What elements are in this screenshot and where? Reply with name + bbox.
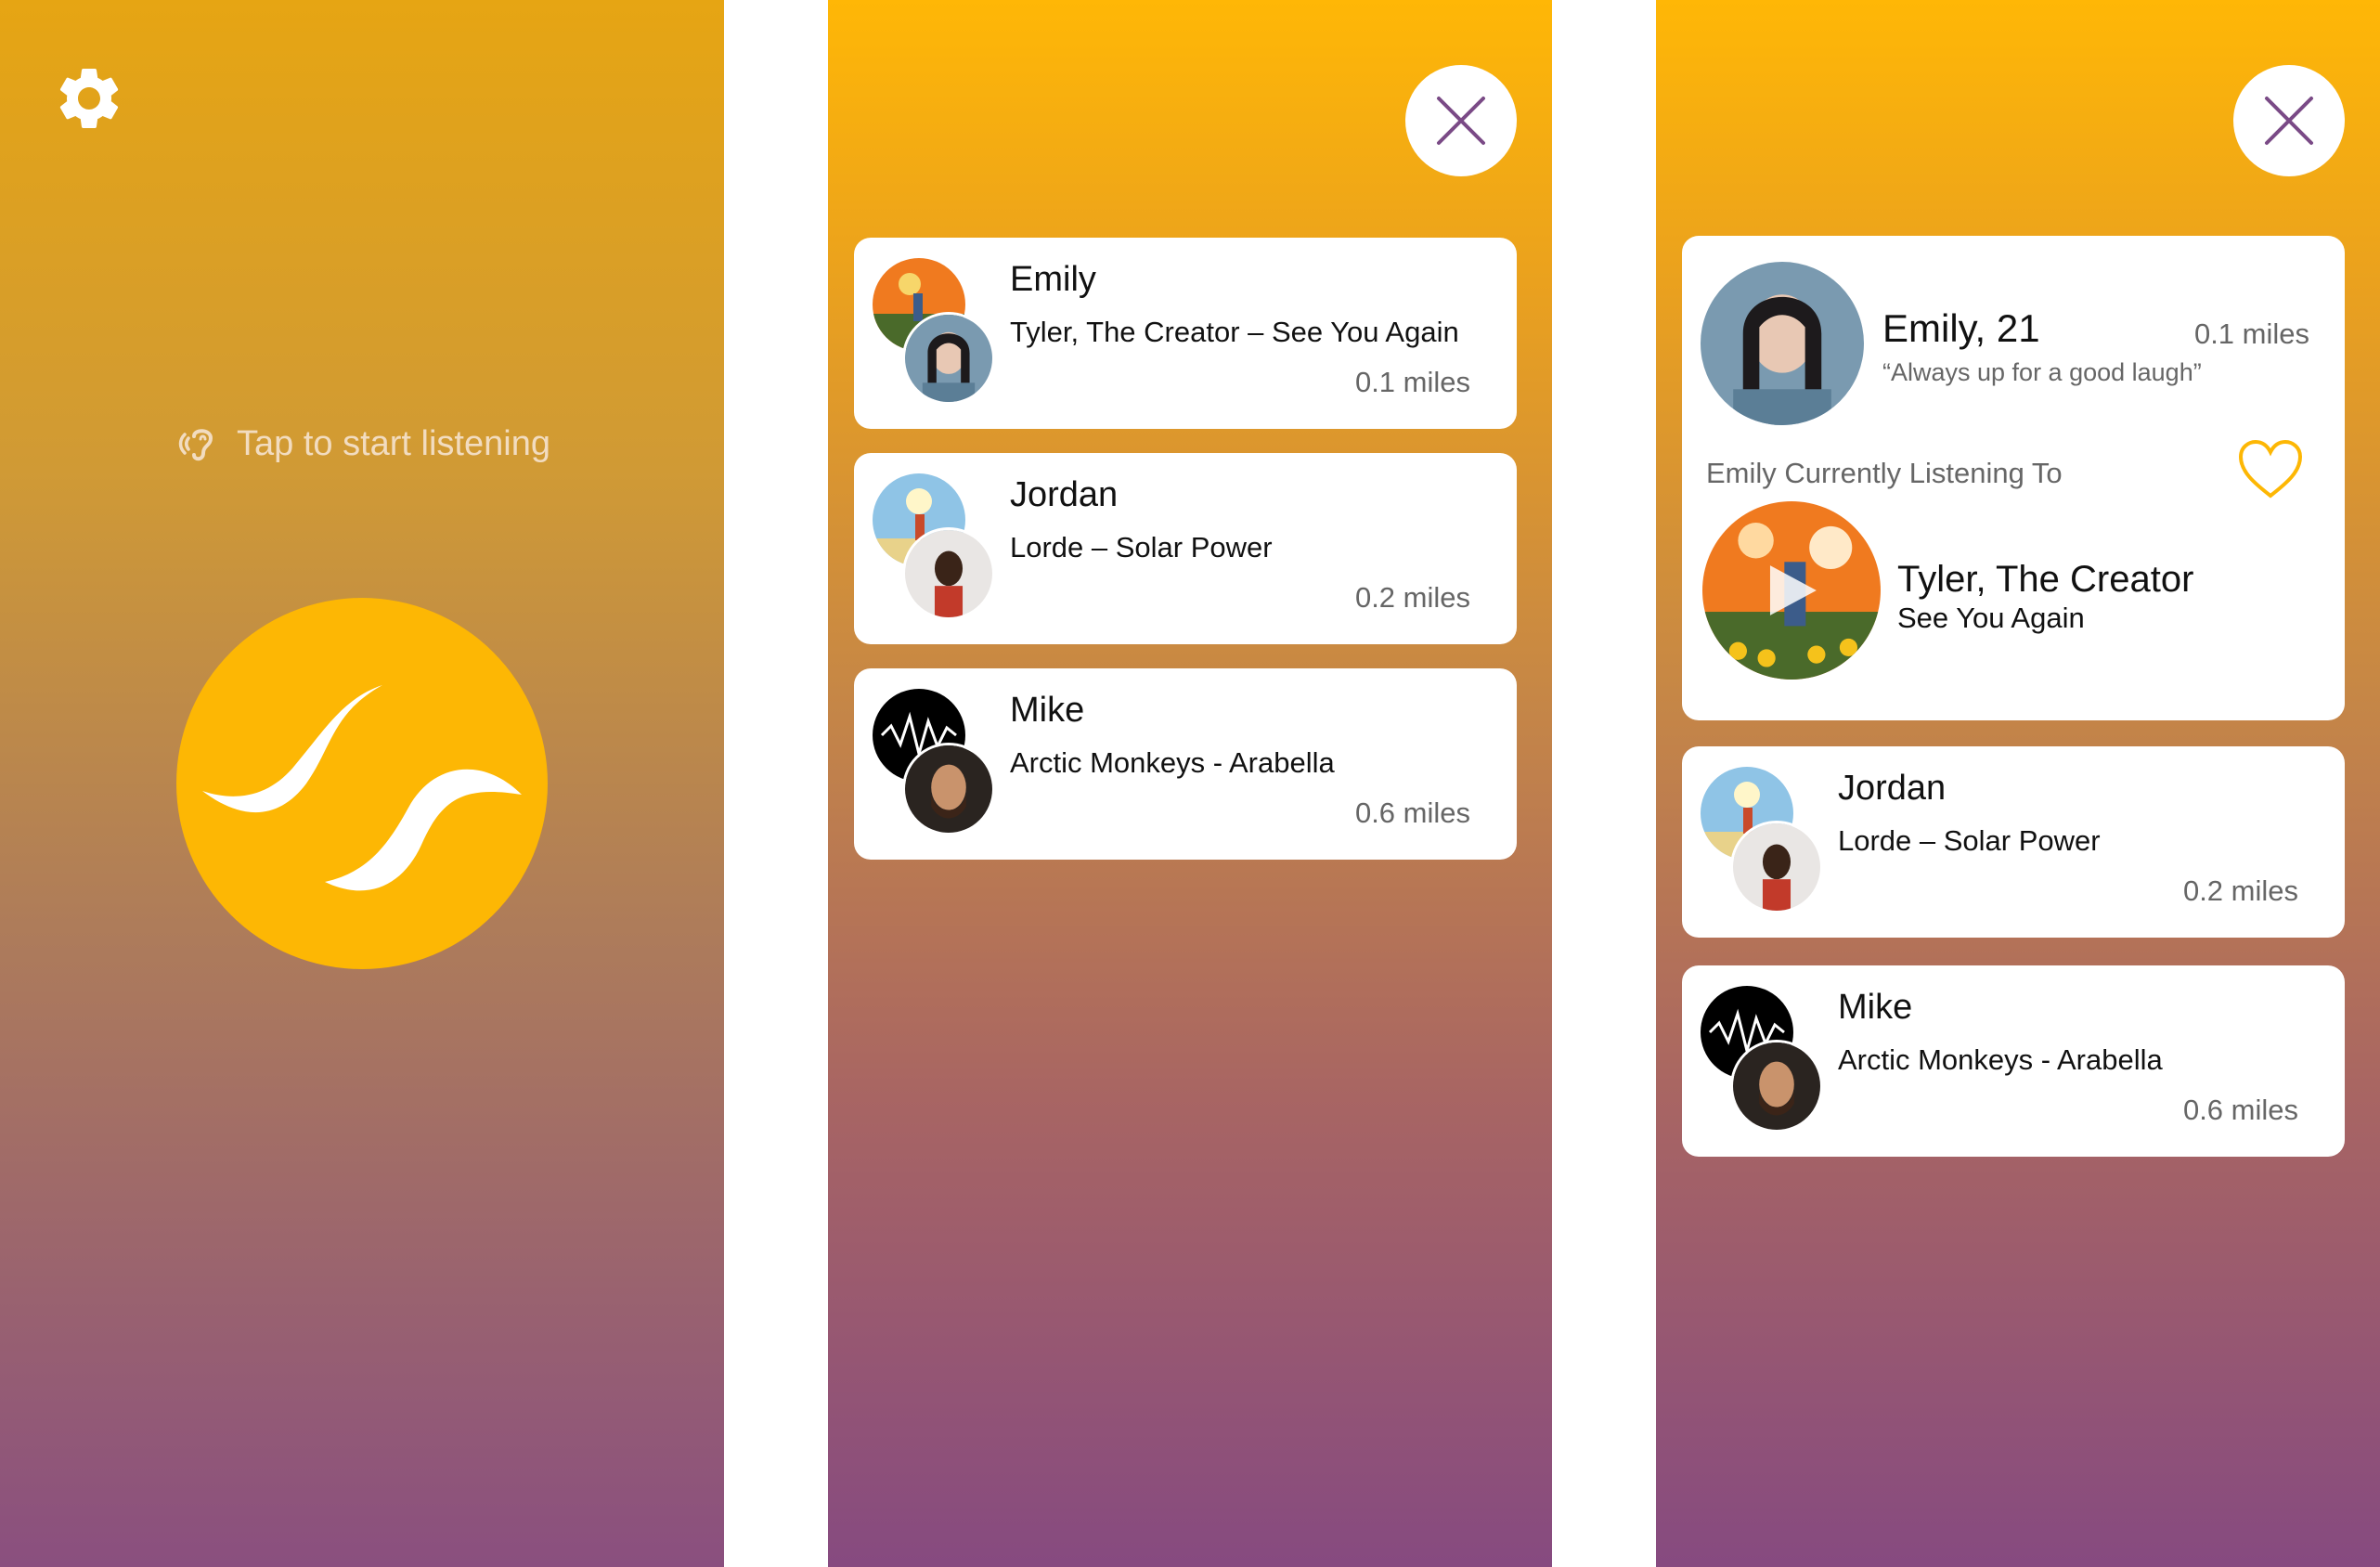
listen-logo-button[interactable] bbox=[176, 598, 548, 969]
profile-bio: “Always up for a good laugh” bbox=[1882, 358, 2202, 386]
user-distance: 0.6 miles bbox=[1354, 796, 1470, 829]
close-x-icon bbox=[2265, 97, 2313, 145]
user-distance: 0.1 miles bbox=[1354, 366, 1470, 398]
avatar-mike bbox=[1730, 1040, 1823, 1133]
user-song: Tyler, The Creator – See You Again bbox=[1010, 316, 1459, 348]
user-name: Jordan bbox=[1010, 475, 1119, 514]
track-artist: Tyler, The Creator bbox=[1897, 559, 2194, 600]
user-card-jordan[interactable]: Jordan Lorde – Solar Power 0.2 miles bbox=[1682, 746, 2345, 938]
close-button[interactable] bbox=[1405, 65, 1517, 176]
avatar-pair bbox=[1701, 986, 1830, 1133]
avatar-emily bbox=[1701, 262, 1864, 425]
profile-name: Emily, 21 bbox=[1882, 306, 2040, 350]
ear-listening-icon bbox=[178, 429, 213, 461]
user-card-jordan[interactable]: Jordan Lorde – Solar Power 0.2 miles bbox=[854, 453, 1517, 644]
avatar-mike bbox=[902, 743, 995, 835]
user-song: Lorde – Solar Power bbox=[1010, 531, 1273, 563]
avatar-jordan bbox=[902, 527, 995, 620]
avatar-pair bbox=[873, 258, 1002, 405]
user-distance: 0.6 miles bbox=[2182, 1094, 2298, 1126]
track-title: See You Again bbox=[1897, 602, 2085, 634]
heart-outline-icon[interactable] bbox=[2235, 436, 2306, 501]
tap-to-listen-label: Tap to start listening bbox=[237, 423, 550, 463]
user-name: Jordan bbox=[1838, 769, 1947, 808]
user-song: Lorde – Solar Power bbox=[1838, 824, 2101, 857]
user-name: Mike bbox=[1838, 988, 1913, 1027]
avatar-pair bbox=[873, 689, 1002, 835]
track-art-play-button[interactable] bbox=[1702, 501, 1881, 680]
user-name: Emily bbox=[1010, 260, 1096, 299]
user-song: Arctic Monkeys - Arabella bbox=[1838, 1043, 2163, 1076]
avatar-pair bbox=[873, 473, 1002, 620]
user-card-emily[interactable]: Emily Tyler, The Creator – See You Again… bbox=[854, 238, 1517, 429]
profile-expanded-screen: Emily, 21 0.1 miles “Always up for a goo… bbox=[1656, 0, 2380, 1567]
listening-label: Emily Currently Listening To bbox=[1706, 457, 2063, 489]
avatar-emily bbox=[902, 312, 995, 405]
user-name: Mike bbox=[1010, 691, 1085, 730]
nearby-list-screen: Emily Tyler, The Creator – See You Again… bbox=[828, 0, 1552, 1567]
wave-logo-icon bbox=[202, 685, 522, 891]
user-distance: 0.2 miles bbox=[1354, 581, 1470, 614]
user-card-mike[interactable]: Mike Arctic Monkeys - Arabella 0.6 miles bbox=[1682, 965, 2345, 1157]
profile-card-emily[interactable]: Emily, 21 0.1 miles “Always up for a goo… bbox=[1682, 236, 2345, 720]
user-distance: 0.2 miles bbox=[2182, 874, 2298, 907]
user-song: Arctic Monkeys - Arabella bbox=[1010, 746, 1335, 779]
avatar-pair bbox=[1701, 767, 1830, 913]
home-screen: Tap to start listening bbox=[0, 0, 724, 1567]
tap-to-listen[interactable]: Tap to start listening bbox=[0, 420, 724, 468]
avatar-jordan bbox=[1730, 821, 1823, 913]
close-x-icon bbox=[1437, 97, 1485, 145]
user-card-mike[interactable]: Mike Arctic Monkeys - Arabella 0.6 miles bbox=[854, 668, 1517, 860]
gear-icon[interactable] bbox=[52, 61, 126, 136]
profile-distance: 0.1 miles bbox=[2193, 317, 2309, 350]
close-button[interactable] bbox=[2233, 65, 2345, 176]
